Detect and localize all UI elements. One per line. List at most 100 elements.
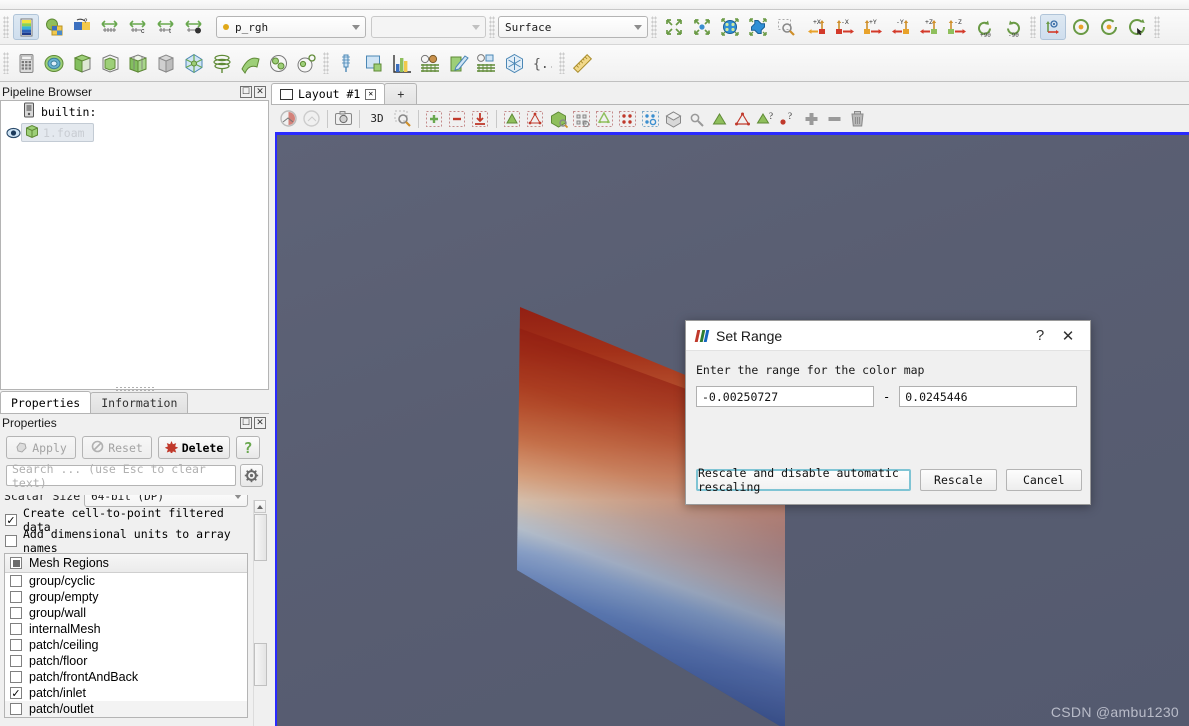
add-layout-tab[interactable]: + [384,83,418,104]
representation-selector-combo[interactable]: Surface [498,16,648,38]
stream-tracer-icon[interactable] [209,50,235,76]
pipeline-list[interactable]: builtin: 1.foam [0,100,269,390]
programmable-filter-icon[interactable]: {..} [529,50,555,76]
interactive-select-cells-icon[interactable] [662,108,684,130]
magnify-icon[interactable] [391,108,413,130]
set-view-plus-z-icon[interactable]: +Z [916,14,942,40]
mesh-region-row[interactable]: ✓ patch/inlet [5,685,247,701]
select-points-icon[interactable] [616,108,638,130]
mesh-region-row[interactable]: group/wall [5,605,247,621]
add-dimensional-units-checkbox[interactable] [5,535,17,547]
frustum-select-cells-icon[interactable] [570,108,592,130]
show-center-axes-icon[interactable] [1040,14,1066,40]
zoom-to-data-icon[interactable] [689,14,715,40]
toolbar-handle[interactable] [489,16,495,38]
chevron-down-icon[interactable] [347,17,365,37]
apply-button[interactable]: Apply [6,436,76,459]
mesh-regions-header[interactable]: Mesh Regions [5,554,247,573]
main-toolbar[interactable]: ? c t p_rgh Surface +X -X +Y -Y +Z -Z +9… [0,10,1189,45]
select-cells-on-icon[interactable] [300,108,322,130]
mesh-region-checkbox[interactable] [10,655,22,667]
warp-by-vector-icon[interactable] [237,50,263,76]
layout-tab-1[interactable]: Layout #1 ✕ [271,83,386,104]
dialog-title-bar[interactable]: Set Range ? ✕ [686,321,1090,351]
color-legend-icon[interactable] [13,14,39,40]
contour-icon[interactable] [41,50,67,76]
gear-icon[interactable] [240,464,263,487]
select-cells-query-icon[interactable] [708,108,730,130]
reset-range-temporal-icon[interactable] [181,14,207,40]
toolbar-handle[interactable] [1030,16,1036,38]
chevron-down-icon[interactable] [629,17,647,37]
mesh-region-checkbox[interactable] [10,607,22,619]
pipeline-item-foam[interactable]: 1.foam [1,122,268,143]
search-input[interactable]: Search ... (use Esc to clear text) [6,462,236,490]
toolbar-handle[interactable] [3,16,9,38]
rubber-band-zoom-icon[interactable] [745,14,771,40]
toolbar-handle[interactable] [1154,16,1160,38]
undock-icon[interactable]: ☐ [240,85,252,98]
plot-data-over-time-icon[interactable] [473,50,499,76]
trash-icon[interactable] [846,108,868,130]
close-icon[interactable]: ✕ [254,85,266,98]
toolbar-handle[interactable] [323,52,329,74]
array-selector-combo[interactable]: p_rgh [216,16,366,38]
clip-icon[interactable] [69,50,95,76]
toolbar-handle[interactable] [559,52,565,74]
mesh-regions-list[interactable]: Mesh Regions group/cyclic group/empty gr… [4,553,248,718]
chevron-down-icon[interactable] [467,17,485,37]
reset-center-icon[interactable] [1068,14,1094,40]
plot-over-line-icon[interactable] [361,50,387,76]
ruler-measure-icon[interactable] [569,50,595,76]
select-cells-through-icon[interactable] [501,108,523,130]
properties-scroll-area[interactable]: Scalar Size 64-bit (DP) ✓ Create cell-to… [0,495,269,726]
set-view-minus-y-icon[interactable]: -Y [888,14,914,40]
add-selection-icon[interactable] [423,108,445,130]
zoom-in-icon[interactable] [685,108,707,130]
properties-tab-bar[interactable]: Properties Information [0,391,269,414]
threshold-icon[interactable] [125,50,151,76]
toolbar-handle[interactable] [3,52,9,74]
component-selector-combo[interactable] [371,16,486,38]
extract-subset-icon[interactable] [153,50,179,76]
tab-properties[interactable]: Properties [0,391,92,413]
close-icon[interactable]: ✕ [254,416,266,429]
python-calculator-icon[interactable] [501,50,527,76]
cancel-button[interactable]: Cancel [1005,469,1082,491]
select-points-query-icon[interactable] [731,108,753,130]
visibility-eye-icon[interactable] [5,127,21,139]
select-block-icon[interactable] [547,108,569,130]
help-button[interactable]: ? [236,436,260,459]
mesh-region-row[interactable]: group/empty [5,589,247,605]
layout-tab-bar[interactable]: Layout #1 ✕ + [271,83,1189,105]
rescale-to-data-range-icon[interactable]: ? [69,14,95,40]
query-points-help-icon[interactable]: ? [777,108,799,130]
extract-level-icon[interactable] [293,50,319,76]
mesh-region-checkbox[interactable] [10,703,22,715]
scrollbar-thumb-secondary[interactable] [254,643,267,686]
rotate-90-ccw-icon[interactable]: -90 [1000,14,1026,40]
mesh-region-row[interactable]: internalMesh [5,621,247,637]
rotate-90-cw-icon[interactable]: +90 [972,14,998,40]
query-cells-help-icon[interactable]: ? [754,108,776,130]
probe-location-icon[interactable] [333,50,359,76]
calculator-icon[interactable] [13,50,39,76]
pipeline-item-builtin[interactable]: builtin: [1,101,268,122]
set-view-plus-x-icon[interactable]: +X [804,14,830,40]
pipeline-item-selection[interactable]: 1.foam [21,123,94,142]
range-min-input[interactable]: -0.00250727 [696,386,874,407]
set-view-minus-z-icon[interactable]: -Z [944,14,970,40]
mesh-region-row[interactable]: patch/floor [5,653,247,669]
create-cell-to-point-checkbox[interactable]: ✓ [5,514,17,526]
rescale-button[interactable]: Rescale [920,469,997,491]
histogram-icon[interactable] [389,50,415,76]
rescale-to-data-over-time-icon[interactable]: c [125,14,151,40]
mesh-regions-master-checkbox[interactable] [10,557,22,569]
close-icon[interactable]: ✕ [365,88,377,100]
filters-toolbar[interactable]: {..} [0,45,1189,82]
scalar-size-combo[interactable]: 64-bit (DP) [84,495,248,507]
mesh-region-checkbox[interactable] [10,591,22,603]
view-toolbar[interactable]: 3D ? ? [271,106,1189,131]
toggle-selection-icon[interactable] [469,108,491,130]
subtract-selection-icon[interactable] [446,108,468,130]
